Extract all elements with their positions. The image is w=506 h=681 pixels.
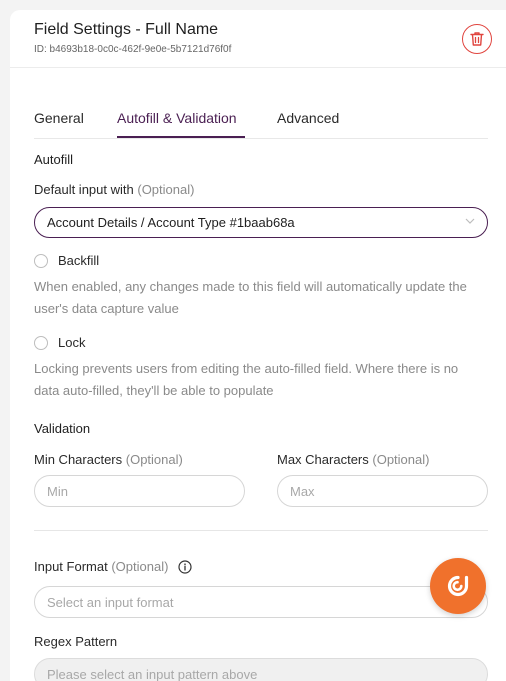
regex-pattern-label: Regex Pattern (34, 634, 118, 649)
max-characters-label: Max Characters (Optional) (277, 452, 429, 467)
validation-section-title: Validation (34, 421, 91, 436)
chevron-down-icon (465, 218, 475, 224)
trash-icon (470, 32, 484, 46)
min-characters-optional: (Optional) (125, 452, 183, 467)
info-icon[interactable] (178, 559, 192, 574)
active-tab-indicator (117, 136, 245, 138)
input-format-select[interactable]: Select an input format (34, 586, 488, 618)
lock-label: Lock (58, 335, 86, 350)
min-characters-label-text: Min Characters (34, 452, 123, 467)
panel-header: Field Settings - Full Name ID: b4693b18-… (10, 10, 506, 68)
default-input-label-text: Default input with (34, 182, 134, 197)
default-input-label: Default input with (Optional) (34, 182, 194, 197)
delete-field-button[interactable] (462, 24, 492, 54)
max-characters-input[interactable] (277, 475, 488, 507)
input-format-placeholder: Select an input format (47, 595, 174, 610)
default-input-optional: (Optional) (137, 182, 195, 197)
field-id: ID: b4693b18-0c0c-462f-9e0e-5b7121d76f0f (34, 44, 232, 55)
chat-logo-icon (447, 575, 469, 597)
lock-option[interactable]: Lock (34, 335, 85, 350)
autofill-section-title: Autofill (34, 152, 74, 167)
field-settings-panel: Field Settings - Full Name ID: b4693b18-… (10, 10, 506, 681)
chat-assistant-button[interactable] (430, 558, 486, 614)
input-format-label-text: Input Format (34, 559, 108, 574)
backfill-option[interactable]: Backfill (34, 253, 99, 268)
backfill-label: Backfill (58, 253, 100, 268)
backfill-radio[interactable] (34, 253, 48, 268)
default-input-select[interactable]: Account Details / Account Type #1baab68a (34, 207, 488, 238)
max-characters-optional: (Optional) (372, 452, 430, 467)
input-format-optional: (Optional) (111, 559, 169, 574)
tab-advanced[interactable]: Advanced (277, 110, 339, 126)
min-characters-label: Min Characters (Optional) (34, 452, 183, 467)
input-format-label: Input Format (Optional) (34, 559, 192, 574)
lock-radio[interactable] (34, 335, 48, 350)
regex-pattern-input: Please select an input pattern above (34, 658, 488, 681)
max-characters-label-text: Max Characters (277, 452, 369, 467)
tab-general[interactable]: General (34, 110, 84, 126)
backfill-help-text: When enabled, any changes made to this f… (34, 279, 467, 316)
min-characters-input[interactable] (34, 475, 245, 507)
page-title: Field Settings - Full Name (34, 21, 219, 38)
settings-tabs: General Autofill & Validation Advanced (34, 100, 488, 139)
section-divider (34, 530, 488, 531)
regex-pattern-placeholder: Please select an input pattern above (47, 667, 258, 681)
lock-help-text: Locking prevents users from editing the … (34, 361, 459, 398)
default-input-value: Account Details / Account Type #1baab68a (47, 215, 295, 230)
tab-autofill-validation[interactable]: Autofill & Validation (117, 110, 237, 126)
